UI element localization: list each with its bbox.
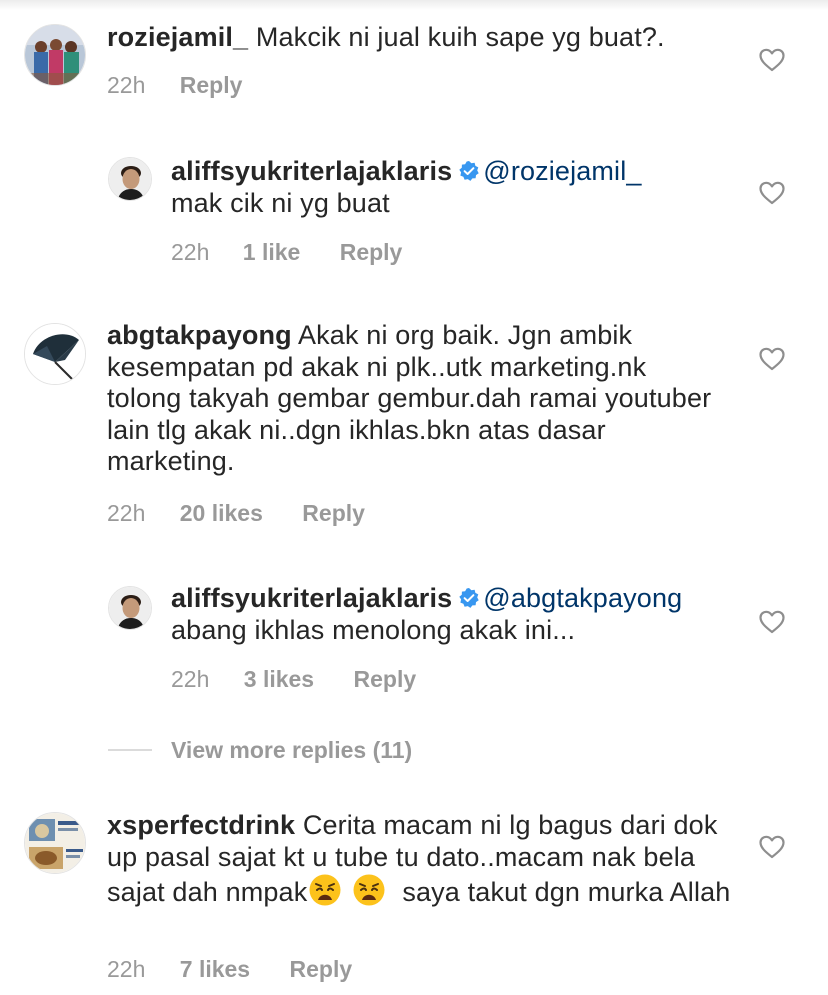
comment-text: xsperfectdrink Cerita macam ni lg bagus … [107,810,732,909]
verified-badge-icon [459,161,479,181]
comment-time: 22h [107,500,146,526]
heart-outline-icon[interactable] [759,347,785,371]
likes-count[interactable]: 3 likes [244,666,314,693]
avatar[interactable] [108,157,152,201]
reply-text: aliffsyukriterlajaklaris @abgtakpayong ab… [171,583,741,646]
heart-outline-icon[interactable] [759,48,785,72]
reply-username[interactable]: aliffsyukriterlajaklaris [171,583,452,613]
avatar[interactable] [24,323,86,385]
heart-outline-icon[interactable] [759,610,785,634]
avatar[interactable] [108,586,152,630]
divider-line [108,749,152,751]
likes-count[interactable]: 20 likes [180,500,263,527]
mention-link[interactable]: @abgtakpayong [483,583,682,613]
reply-button[interactable]: Reply [290,956,353,983]
reply-time: 22h [171,239,210,265]
comment-meta: 22h Reply [107,72,242,99]
comment-time: 22h [107,956,146,982]
reply-meta: 22h 1 like Reply [171,239,402,266]
comment-text: abgtakpayong Akak ni org baik. Jgn ambik… [107,320,717,478]
view-more-replies-button[interactable]: View more replies (11) [108,737,412,764]
comment-username[interactable]: xsperfectdrink [107,810,295,840]
comment-body-end: saya takut dgn murka Allah [402,877,731,907]
view-more-replies-label: View more replies (11) [171,737,413,763]
heart-outline-icon[interactable] [759,181,785,205]
comment-body: Makcik ni jual kuih sape yg buat?. [255,22,665,52]
reply-button[interactable]: Reply [340,239,403,266]
reply-meta: 22h 3 likes Reply [171,666,416,693]
reply-button[interactable]: Reply [354,666,417,693]
comment-text: roziejamil_ Makcik ni jual kuih sape yg … [107,22,747,54]
reply-time: 22h [171,666,210,692]
likes-count[interactable]: 7 likes [180,956,250,983]
comment-meta: 22h 20 likes Reply [107,500,365,527]
likes-count[interactable]: 1 like [243,239,301,266]
reply-body: mak cik ni yg buat [171,187,390,218]
reply-button[interactable]: Reply [180,72,243,99]
reply-username[interactable]: aliffsyukriterlajaklaris [171,156,452,186]
comment-username[interactable]: abgtakpayong [107,320,292,350]
avatar[interactable] [24,812,86,874]
weary-face-emoji [353,874,385,906]
reply-body: abang ikhlas menolong akak ini... [171,614,576,645]
reply-button[interactable]: Reply [302,500,365,527]
heart-outline-icon[interactable] [759,835,785,859]
verified-badge-icon [459,588,479,608]
comment-meta: 22h 7 likes Reply [107,956,352,983]
comment-username[interactable]: roziejamil_ [107,22,248,52]
reply-text: aliffsyukriterlajaklaris @roziejamil_ mak… [171,156,741,219]
avatar[interactable] [24,24,86,86]
weary-face-emoji [309,874,341,906]
top-shadow [0,0,828,10]
comment-time: 22h [107,72,146,98]
mention-link[interactable]: @roziejamil_ [483,156,641,186]
